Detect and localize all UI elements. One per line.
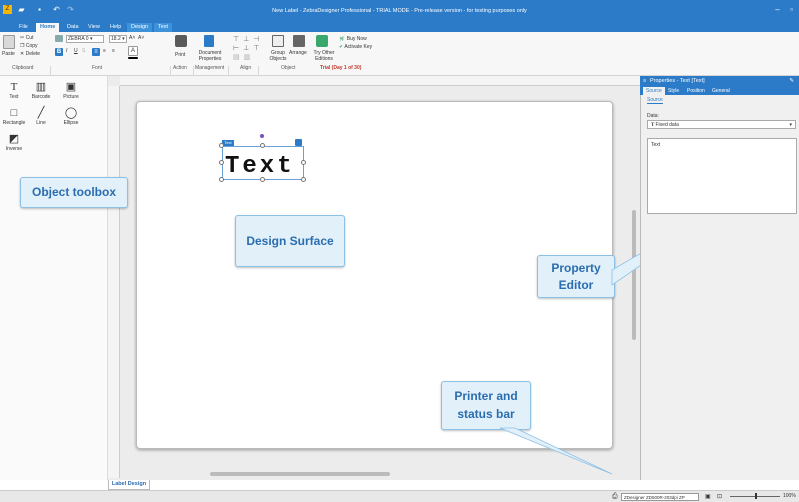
text-value-field[interactable]: Text <box>647 138 797 214</box>
zoom-slider-thumb[interactable] <box>755 493 757 499</box>
chevron-down-icon: ▾ <box>789 122 792 128</box>
property-tabs: Source Style Position General <box>640 86 799 95</box>
prop-tab-source[interactable]: Source <box>643 87 665 95</box>
prop-tab-style[interactable]: Style <box>665 87 682 95</box>
property-panel-header: ≡ Properties - Text [Text] ✎ <box>640 76 799 86</box>
data-source-select[interactable]: T Fixed data ▾ <box>647 120 796 129</box>
fit-page-icon[interactable]: ▣ <box>705 493 711 500</box>
fit-width-icon[interactable]: ⊡ <box>717 493 722 500</box>
data-label: Data: <box>647 113 659 119</box>
status-bar: ⎙ ZDesigner ZD500R-203dpi ZP ▣ ⊡ 100% <box>0 490 799 502</box>
pin-icon[interactable]: ✎ <box>789 76 794 86</box>
zoom-level: 100% <box>783 493 796 499</box>
label-design-tab[interactable]: Label Design <box>108 480 150 490</box>
prop-subtab-source[interactable]: Source <box>647 97 663 104</box>
prop-tab-general[interactable]: General <box>709 87 733 95</box>
property-editor-panel <box>640 76 799 480</box>
printer-status-icon: ⎙ <box>612 493 618 500</box>
printer-select[interactable]: ZDesigner ZD500R-203dpi ZP <box>621 493 699 501</box>
properties-icon: ≡ <box>643 78 647 84</box>
prop-tab-position[interactable]: Position <box>684 87 708 95</box>
